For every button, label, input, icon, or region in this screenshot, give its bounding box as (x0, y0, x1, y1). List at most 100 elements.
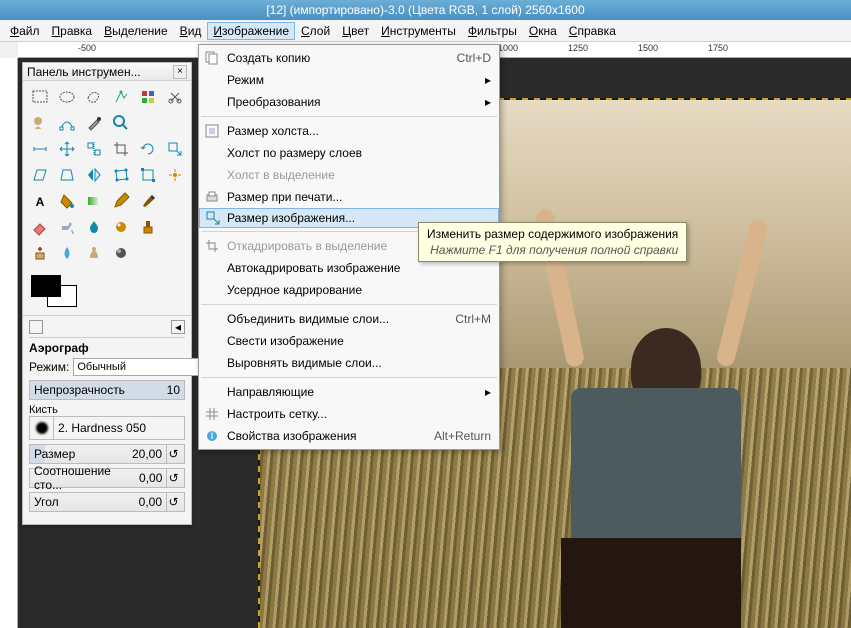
bucket-fill-tool[interactable] (54, 189, 79, 213)
menu-справка[interactable]: Справка (563, 22, 622, 40)
menu-item[interactable]: Выровнять видимые слои... (199, 352, 499, 374)
fuzzy-select-tool[interactable] (108, 85, 133, 109)
free-select-tool[interactable] (81, 85, 106, 109)
menu-item-label: Размер при печати... (227, 190, 342, 204)
grid-icon (203, 405, 221, 423)
unified-transform-tool[interactable] (135, 163, 160, 187)
menu-item: Холст в выделение (199, 164, 499, 186)
eraser-tool[interactable] (27, 215, 52, 239)
cage-tool[interactable] (108, 163, 133, 187)
ratio-value: 0,00 (139, 471, 162, 485)
toolbox-panel: Панель инструмен... × A (22, 62, 192, 525)
size-reset-icon[interactable]: ↺ (166, 445, 180, 463)
menu-изображение[interactable]: Изображение (207, 22, 295, 40)
tool-grid: A (23, 81, 191, 269)
menu-item[interactable]: Усердное кадрирование (199, 279, 499, 301)
airbrush-tool[interactable] (54, 215, 79, 239)
brush-thumb-icon (30, 417, 54, 439)
perspective-tool[interactable] (54, 163, 79, 187)
ratio-slider[interactable]: Соотношение сто... 0,00 ↺ (29, 468, 185, 488)
dodge-burn-tool[interactable] (108, 241, 133, 265)
blur-tool[interactable] (54, 241, 79, 265)
duplicate-icon (203, 49, 221, 67)
color-swatches[interactable] (23, 269, 191, 315)
menu-фильтры[interactable]: Фильтры (462, 22, 523, 40)
heal-tool[interactable] (27, 241, 52, 265)
menu-item[interactable]: iСвойства изображенияAlt+Return (199, 425, 499, 447)
ellipse-select-tool[interactable] (54, 85, 79, 109)
image-content (531, 208, 811, 628)
brush-label: Кисть (29, 404, 185, 416)
menu-item[interactable]: Создать копиюCtrl+D (199, 47, 499, 69)
text-tool[interactable]: A (27, 189, 52, 213)
menu-item[interactable]: Размер при печати... (199, 186, 499, 208)
fg-color[interactable] (31, 275, 61, 297)
color-picker-tool[interactable] (81, 111, 106, 135)
options-toggle-icon[interactable] (29, 320, 43, 334)
opacity-label: Непрозрачность (34, 383, 125, 397)
submenu-arrow-icon: ▸ (485, 95, 491, 109)
ratio-reset-icon[interactable]: ↺ (166, 469, 180, 487)
menu-окна[interactable]: Окна (523, 22, 563, 40)
submenu-arrow-icon: ▸ (485, 73, 491, 87)
menu-слой[interactable]: Слой (295, 22, 336, 40)
foreground-select-tool[interactable] (27, 111, 52, 135)
angle-slider[interactable]: Угол 0,00 ↺ (29, 492, 185, 512)
align-tool[interactable] (81, 137, 106, 161)
tooltip-title: Изменить размер содержимого изображения (427, 227, 678, 241)
flip-tool[interactable] (81, 163, 106, 187)
brush-selector[interactable]: 2. Hardness 050 (29, 416, 185, 440)
brush-name: 2. Hardness 050 (54, 421, 150, 435)
menu-item[interactable]: Свести изображение (199, 330, 499, 352)
rect-select-tool[interactable] (27, 85, 52, 109)
ink-tool[interactable] (81, 215, 106, 239)
menu-item[interactable]: Режим▸ (199, 69, 499, 91)
shear-tool[interactable] (27, 163, 52, 187)
menu-shortcut: Ctrl+D (457, 51, 491, 65)
zoom-tool[interactable] (108, 111, 133, 135)
menu-инструменты[interactable]: Инструменты (375, 22, 462, 40)
menu-выделение[interactable]: Выделение (98, 22, 174, 40)
menu-файл[interactable]: Файл (4, 22, 46, 40)
pencil-tool[interactable] (108, 189, 133, 213)
mypaint-brush-tool[interactable] (108, 215, 133, 239)
crop-tool[interactable] (108, 137, 133, 161)
scissors-tool[interactable] (162, 85, 187, 109)
angle-label: Угол (34, 495, 59, 509)
options-menu-icon[interactable]: ◂ (171, 320, 185, 334)
size-label: Размер (34, 447, 75, 461)
menu-вид[interactable]: Вид (174, 22, 208, 40)
by-color-select-tool[interactable] (135, 85, 160, 109)
paths-tool[interactable] (54, 111, 79, 135)
window-titlebar: [12] (импортировано)-3.0 (Цвета RGB, 1 с… (0, 0, 851, 20)
svg-text:i: i (211, 429, 214, 442)
measure-tool[interactable] (27, 137, 52, 161)
menu-item[interactable]: Направляющие▸ (199, 381, 499, 403)
menu-item[interactable]: Объединить видимые слои...Ctrl+M (199, 308, 499, 330)
size-slider[interactable]: Размер 20,00 ↺ (29, 444, 185, 464)
handle-transform-tool[interactable] (162, 163, 187, 187)
crop-icon (203, 237, 221, 255)
menu-item[interactable]: Размер холста... (199, 120, 499, 142)
submenu-arrow-icon: ▸ (485, 385, 491, 399)
properties-icon: i (203, 427, 221, 445)
menu-item[interactable]: Холст по размеру слоев (199, 142, 499, 164)
size-value: 20,00 (132, 447, 162, 461)
opacity-value: 10 (167, 383, 180, 397)
paintbrush-tool[interactable] (135, 189, 160, 213)
rotate-tool[interactable] (135, 137, 160, 161)
menu-правка[interactable]: Правка (46, 22, 99, 40)
toolbox-titlebar[interactable]: Панель инструмен... × (23, 63, 191, 81)
clone-tool[interactable] (135, 215, 160, 239)
gradient-tool[interactable] (81, 189, 106, 213)
menu-item[interactable]: Настроить сетку... (199, 403, 499, 425)
opacity-slider[interactable]: Непрозрачность 10 (29, 380, 185, 400)
smudge-tool[interactable] (81, 241, 106, 265)
angle-reset-icon[interactable]: ↺ (166, 493, 180, 511)
move-tool[interactable] (54, 137, 79, 161)
toolbox-title: Панель инструмен... (27, 65, 141, 79)
close-icon[interactable]: × (173, 65, 187, 79)
menu-item[interactable]: Преобразования▸ (199, 91, 499, 113)
scale-tool[interactable] (162, 137, 187, 161)
menu-цвет[interactable]: Цвет (336, 22, 375, 40)
